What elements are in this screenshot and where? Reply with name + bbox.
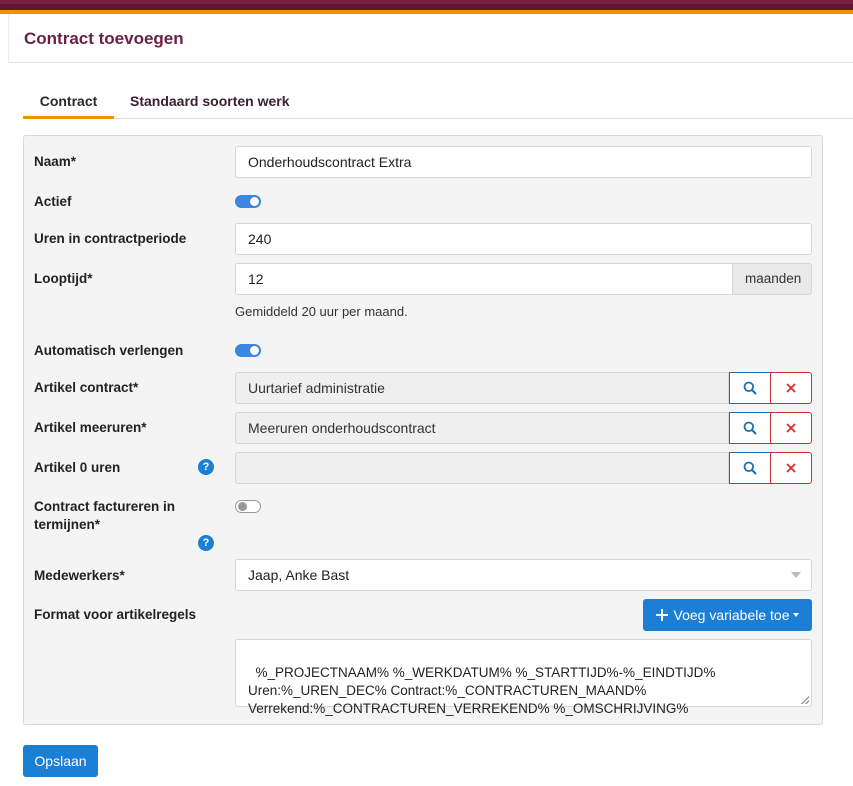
looptijd-hint: Gemiddeld 20 uur per maand. — [235, 304, 408, 319]
looptijd-label: Looptijd* — [34, 271, 93, 286]
question-icon[interactable]: ? — [198, 459, 214, 475]
tab-bar: Contract Standaard soorten werk — [23, 88, 853, 119]
uren-input[interactable]: 240 — [235, 223, 812, 255]
actief-toggle[interactable] — [235, 195, 261, 208]
search-icon — [743, 381, 757, 395]
naam-input[interactable]: Onderhoudscontract Extra — [235, 146, 812, 178]
format-text: %_PROJECTNAAM% %_WERKDATUM% %_STARTTIJD%… — [248, 665, 716, 716]
format-label: Format voor artikelregels — [34, 607, 197, 622]
medewerkers-value: Jaap, Anke Bast — [248, 567, 350, 583]
save-button[interactable]: Opslaan — [23, 745, 98, 777]
question-icon[interactable]: ? — [198, 535, 214, 551]
artikel-contract-clear-button[interactable] — [770, 372, 812, 404]
looptijd-input[interactable]: 12 — [235, 263, 733, 295]
artikel-meeruren-field: Meeruren onderhoudscontract — [235, 412, 729, 444]
artikel-meeruren-search-button[interactable] — [729, 412, 771, 444]
artikel-0-uren-label: Artikel 0 uren — [34, 460, 121, 475]
artikel-0-uren-field — [235, 452, 729, 484]
tab-contract[interactable]: Contract — [23, 88, 114, 119]
brand-stripe — [0, 0, 853, 14]
uren-label: Uren in contractperiode — [34, 231, 187, 246]
caret-down-icon — [791, 572, 801, 578]
artikel-0-uren-clear-button[interactable] — [770, 452, 812, 484]
plus-icon — [655, 609, 668, 621]
resize-handle[interactable] — [801, 696, 809, 704]
close-icon — [786, 423, 796, 433]
page-header: Contract toevoegen — [8, 14, 853, 63]
medewerkers-select[interactable]: Jaap, Anke Bast — [235, 559, 812, 591]
looptijd-suffix: maanden — [733, 263, 812, 295]
artikel-contract-field: Uurtarief administratie — [235, 372, 729, 404]
factureren-label-line1: Contract factureren in — [34, 499, 176, 514]
factureren-label-line2: termijnen* — [34, 517, 101, 532]
artikel-contract-search-button[interactable] — [729, 372, 771, 404]
medewerkers-label: Medewerkers* — [34, 568, 125, 583]
naam-label: Naam* — [34, 154, 77, 169]
close-icon — [786, 463, 796, 473]
factureren-toggle[interactable] — [235, 500, 261, 513]
format-textarea[interactable]: %_PROJECTNAAM% %_WERKDATUM% %_STARTTIJD%… — [235, 639, 812, 716]
close-icon — [786, 383, 796, 393]
page-title: Contract toevoegen — [24, 29, 184, 48]
caret-down-icon — [793, 613, 800, 617]
tab-standaard-soorten-werk[interactable]: Standaard soorten werk — [130, 88, 290, 119]
artikel-contract-label: Artikel contract* — [34, 380, 139, 395]
artikel-0-uren-search-button[interactable] — [729, 452, 771, 484]
add-variable-button[interactable]: Voeg variabele toe — [643, 599, 812, 631]
verlengen-label: Automatisch verlengen — [34, 343, 184, 358]
search-icon — [743, 461, 757, 475]
actief-label: Actief — [34, 194, 72, 209]
search-icon — [743, 421, 757, 435]
artikel-meeruren-label: Artikel meeruren* — [34, 420, 147, 435]
verlengen-toggle[interactable] — [235, 344, 261, 357]
add-variable-label: Voeg variabele toe — [673, 607, 790, 623]
artikel-meeruren-clear-button[interactable] — [770, 412, 812, 444]
